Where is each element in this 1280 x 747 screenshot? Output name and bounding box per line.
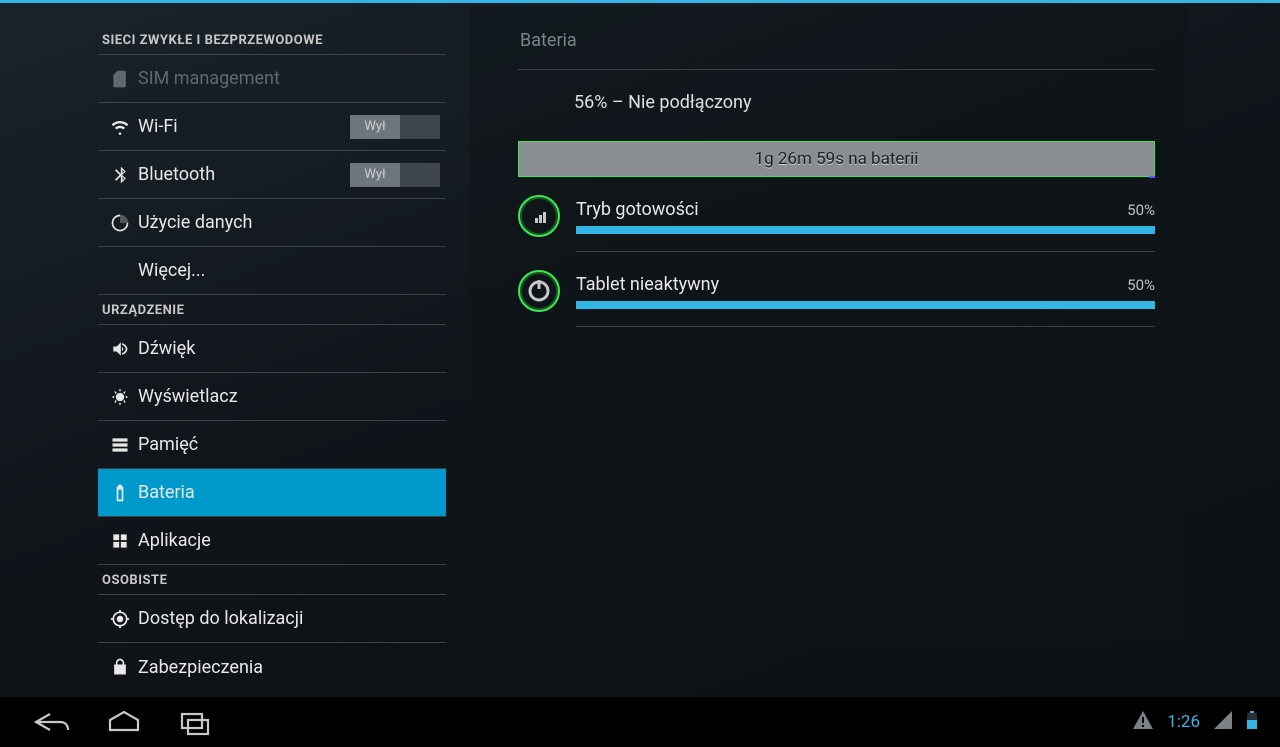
wifi-toggle[interactable]: Wył: [350, 115, 440, 139]
divider: [518, 69, 1155, 70]
sidebar-item-sim-management[interactable]: SIM management: [98, 55, 446, 103]
status-battery-icon[interactable]: [1246, 711, 1258, 733]
sidebar-item-label: Bateria: [136, 482, 440, 503]
usage-item-standby[interactable]: Tryb gotowości 50%: [518, 195, 1155, 237]
home-button[interactable]: [102, 708, 146, 736]
usage-item-label: Tablet nieaktywny: [576, 274, 719, 295]
sidebar-item-sound[interactable]: Dźwięk: [98, 325, 446, 373]
battery-icon: [104, 483, 136, 503]
divider: [576, 251, 1155, 252]
sidebar-item-label: Wyświetlacz: [136, 386, 440, 407]
sidebar-item-label: Zabezpieczenia: [136, 657, 440, 678]
signal-icon[interactable]: [1214, 711, 1232, 733]
battery-detail-panel: Bateria 56% – Nie podłączony 1g 26m 59s …: [470, 6, 1187, 647]
sidebar-item-label: Dźwięk: [136, 338, 440, 359]
wifi-toggle-state: Wył: [350, 115, 400, 139]
location-icon: [104, 609, 136, 629]
power-icon: [518, 270, 560, 312]
discharge-graph[interactable]: 1g 26m 59s na baterii: [518, 141, 1155, 177]
sidebar-item-label: Wi-Fi: [136, 116, 350, 137]
sidebar-item-datausage[interactable]: Użycie danych: [98, 199, 446, 247]
sidebar-item-label: Aplikacje: [136, 530, 440, 551]
display-icon: [104, 387, 136, 407]
sidebar-item-bluetooth[interactable]: Bluetooth Wył: [98, 151, 446, 199]
bluetooth-toggle[interactable]: Wył: [350, 163, 440, 187]
usage-item-percent: 50%: [1127, 276, 1155, 294]
sidebar-item-security[interactable]: Zabezpieczenia: [98, 643, 446, 691]
sidebar-item-wifi[interactable]: Wi-Fi Wył: [98, 103, 446, 151]
system-navbar: 1:26: [0, 697, 1280, 747]
back-button[interactable]: [30, 708, 74, 736]
sidebar-item-label: Pamięć: [136, 434, 440, 455]
storage-icon: [104, 435, 136, 455]
usage-item-label: Tryb gotowości: [576, 199, 699, 220]
section-header-device: URZĄDZENIE: [98, 295, 446, 325]
warning-icon[interactable]: [1133, 711, 1153, 733]
sidebar-item-label: Więcej...: [136, 260, 440, 281]
battery-status: 56% – Nie podłączony: [574, 92, 1155, 113]
cell-standby-icon: [518, 195, 560, 237]
divider: [576, 326, 1155, 327]
usage-item-idle[interactable]: Tablet nieaktywny 50%: [518, 270, 1155, 312]
bluetooth-icon: [104, 165, 136, 185]
bluetooth-toggle-state: Wył: [350, 163, 400, 187]
usage-item-percent: 50%: [1127, 201, 1155, 219]
usage-bar: [576, 301, 1155, 309]
page-title: Bateria: [520, 30, 1155, 51]
sidebar-item-label: Dostęp do lokalizacji: [136, 608, 440, 629]
sidebar-item-apps[interactable]: Aplikacje: [98, 517, 446, 565]
sidebar-item-display[interactable]: Wyświetlacz: [98, 373, 446, 421]
sidebar-item-label: Użycie danych: [136, 212, 440, 233]
discharge-duration: 1g 26m 59s na baterii: [755, 149, 919, 169]
sidebar-item-battery[interactable]: Bateria: [98, 469, 446, 517]
data-usage-icon: [104, 213, 136, 233]
section-header-personal: OSOBISTE: [98, 565, 446, 595]
sidebar-item-more[interactable]: Więcej...: [98, 247, 446, 295]
status-clock[interactable]: 1:26: [1167, 712, 1200, 732]
sim-icon: [104, 69, 136, 89]
settings-sidebar: SIECI ZWYKŁE I BEZPRZEWODOWE SIM managem…: [98, 3, 446, 697]
sidebar-item-label: SIM management: [136, 68, 440, 89]
recent-apps-button[interactable]: [174, 708, 218, 736]
sidebar-item-label: Bluetooth: [136, 164, 350, 185]
sidebar-item-location[interactable]: Dostęp do lokalizacji: [98, 595, 446, 643]
lock-icon: [104, 657, 136, 677]
sidebar-item-storage[interactable]: Pamięć: [98, 421, 446, 469]
sound-icon: [104, 339, 136, 359]
usage-bar: [576, 226, 1155, 234]
wifi-icon: [104, 117, 136, 137]
section-header-wireless: SIECI ZWYKŁE I BEZPRZEWODOWE: [98, 25, 446, 55]
apps-icon: [104, 531, 136, 551]
